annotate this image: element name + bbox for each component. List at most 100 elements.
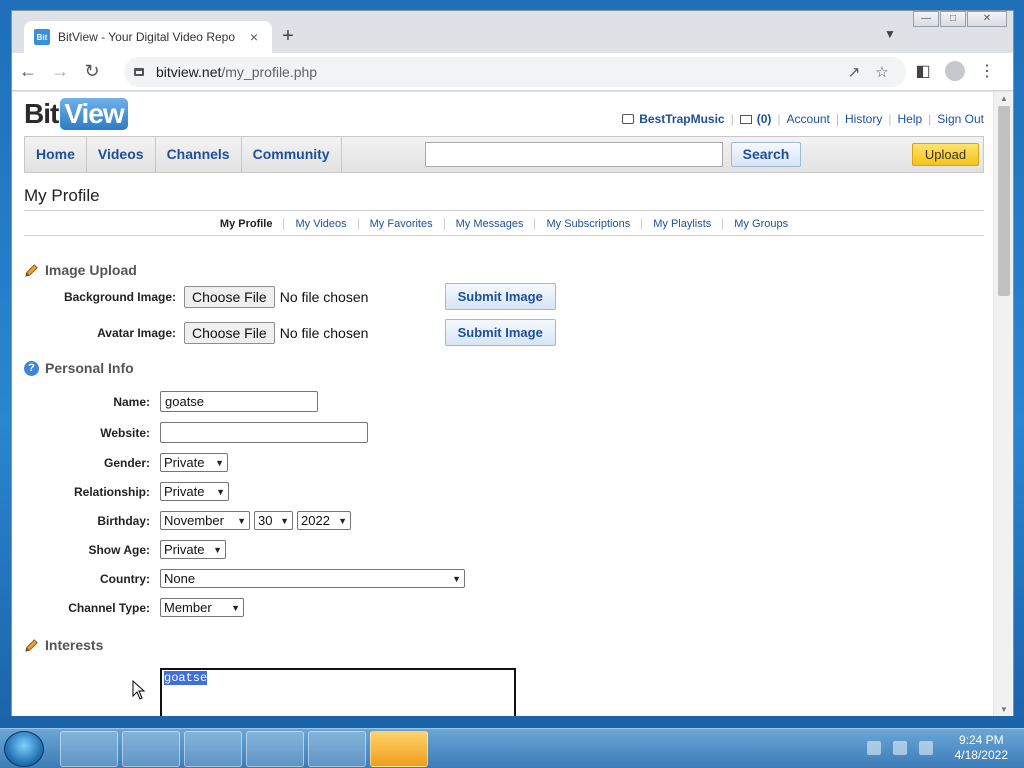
nav-home[interactable]: Home [25,137,87,172]
chevron-down-icon: ▼ [338,515,347,526]
channel-type-label: Channel Type: [68,600,150,615]
subnav-my-profile[interactable]: My Profile [209,218,284,230]
close-window-icon[interactable]: ✕ [967,11,1007,27]
start-button-icon[interactable] [4,731,44,767]
sign-out-link[interactable]: Sign Out [937,112,984,126]
pencil-icon [25,263,38,277]
gender-row: Gender: Private ▼ [24,453,232,472]
tab-close-icon[interactable]: × [246,29,262,45]
media-player-taskbar-icon[interactable] [122,731,180,767]
search-button[interactable]: Search [731,142,801,167]
chrome-taskbar-icon[interactable] [184,731,242,767]
tv-icon [622,114,635,124]
name-input[interactable]: goatse [160,391,318,412]
subnav-my-videos[interactable]: My Videos [283,218,358,230]
background-choose-file-button[interactable]: Choose File [184,285,275,308]
country-label: Country: [100,571,150,586]
action-center-icon[interactable] [866,741,881,755]
remote-desktop-taskbar-icon[interactable] [370,731,428,767]
volume-icon[interactable] [918,741,933,755]
new-tab-icon[interactable]: + [276,25,300,49]
upload-button[interactable]: Upload [912,143,979,166]
user-bar: BestTrapMusic | (0) | Account | History … [622,112,984,126]
interests-selected-text: goatse [164,671,208,685]
nav-community[interactable]: Community [242,137,342,172]
message-count-link[interactable]: (0) [757,112,772,126]
relationship-row: Relationship: Private ▼ [24,482,233,501]
history-link[interactable]: History [845,112,882,126]
profile-icon[interactable] [945,61,965,81]
mouse-cursor-icon [132,680,146,700]
username-link[interactable]: BestTrapMusic [639,112,724,126]
scroll-down-icon[interactable]: ▼ [994,705,1014,714]
scroll-thumb[interactable] [998,106,1010,296]
search-input[interactable] [425,142,723,167]
forward-icon[interactable]: → [44,61,76,82]
chevron-down-icon: ▼ [231,602,240,613]
interests-heading: Interests [24,637,103,653]
background-image-row: Background Image: Choose File No file ch… [24,283,556,310]
address-bar[interactable]: bitview.net/my_profile.php ↗ ☆ [124,57,906,87]
channel-type-select[interactable]: Member ▼ [160,598,244,617]
minimize-icon[interactable]: — [913,11,939,27]
birthday-day-select[interactable]: 30 ▼ [254,511,293,530]
profile-subnav: My Profile My Videos My Favorites My Messag… [24,218,984,230]
personal-info-title: Personal Info [45,360,134,376]
avatar-submit-button[interactable]: Submit Image [444,319,556,346]
file-explorer-taskbar-icon[interactable] [60,731,118,767]
network-icon[interactable] [892,741,907,755]
channel-type-row: Channel Type: Member ▼ [24,598,248,617]
subnav-my-messages[interactable]: My Messages [443,218,535,230]
relationship-label: Relationship: [73,484,150,499]
chevron-down-icon: ▼ [280,515,289,526]
reload-icon[interactable]: ↻ [76,61,108,82]
maximize-icon[interactable]: □ [940,11,966,27]
name-label: Name: [113,394,150,409]
account-link[interactable]: Account [787,112,830,126]
star-icon[interactable]: ☆ [868,63,896,81]
birthday-year-value: 2022 [301,513,330,528]
chevron-down-icon: ▼ [452,573,461,584]
interests-textarea[interactable]: goatse [160,668,516,716]
background-submit-button[interactable]: Submit Image [444,283,556,310]
show-age-select[interactable]: Private ▼ [160,540,226,559]
subnav-my-groups[interactable]: My Groups [722,218,800,230]
bitview-logo[interactable]: Bit View [24,98,128,130]
gender-label: Gender: [103,455,150,470]
browser-window: Bit BitView - Your Digital Video Repo × … [11,10,1014,716]
mail-icon[interactable] [739,114,752,124]
divider [24,210,984,211]
subnav-my-subscriptions[interactable]: My Subscriptions [534,218,642,230]
birthday-day-value: 30 [258,513,273,528]
back-icon[interactable]: ← [12,61,44,82]
bitview-favicon-icon: Bit [34,29,50,45]
toolbar-right: ◧ ⋮ [907,61,1003,81]
country-select[interactable]: None ▼ [160,569,465,588]
help-link[interactable]: Help [897,112,922,126]
scroll-up-icon[interactable]: ▲ [994,94,1014,103]
nav-videos[interactable]: Videos [87,137,156,172]
system-clock[interactable]: 9:24 PM 4/18/2022 [955,733,1008,763]
birthday-year-select[interactable]: 2022 ▼ [297,511,351,530]
gender-select[interactable]: Private ▼ [160,453,228,472]
subnav-my-favorites[interactable]: My Favorites [357,218,444,230]
nav-channels[interactable]: Channels [156,137,242,172]
url-text[interactable]: bitview.net/my_profile.php [156,64,840,80]
birthday-row: Birthday: November ▼ 30 ▼ 2022 ▼ [24,511,355,530]
page-scrollbar[interactable]: ▲ ▼ [993,92,1013,716]
birthday-month-select[interactable]: November ▼ [160,511,250,530]
avatar-choose-file-button[interactable]: Choose File [184,321,275,344]
subnav-my-playlists[interactable]: My Playlists [641,218,723,230]
system-tray: 9:24 PM 4/18/2022 [866,733,1008,763]
tab-search-chevron-icon[interactable]: ▼ [884,27,896,41]
menu-icon[interactable]: ⋮ [971,61,1003,81]
paint-taskbar-icon[interactable] [246,731,304,767]
browser-tab[interactable]: Bit BitView - Your Digital Video Repo × [24,21,272,53]
sidebar-icon[interactable]: ◧ [907,61,939,81]
relationship-select[interactable]: Private ▼ [160,482,229,501]
photo-viewer-taskbar-icon[interactable] [308,731,366,767]
website-input[interactable] [160,422,368,443]
tab-title: BitView - Your Digital Video Repo [58,30,235,44]
share-icon[interactable]: ↗ [840,63,868,81]
help-icon: ? [24,360,39,376]
